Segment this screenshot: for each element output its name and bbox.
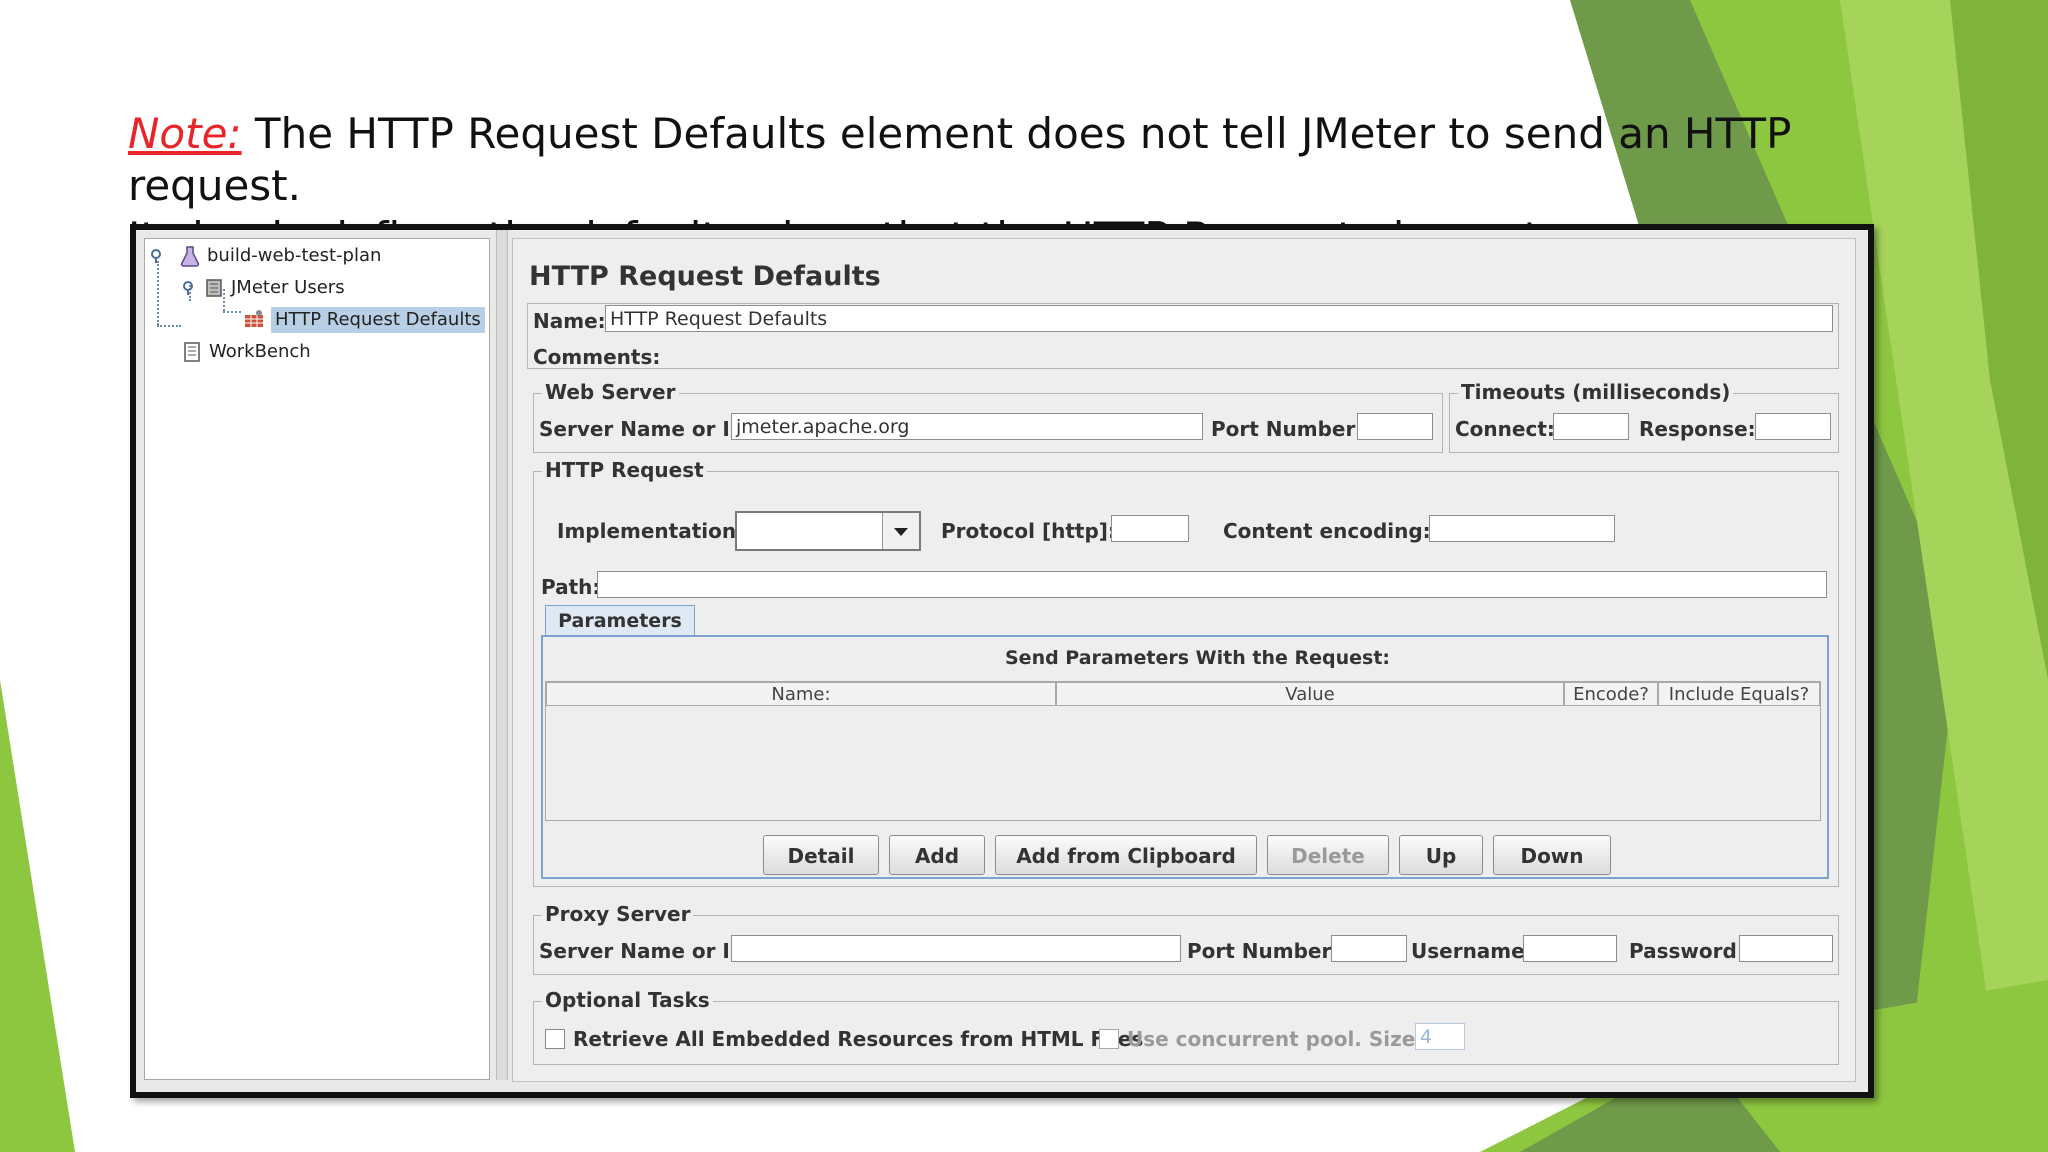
workbench-icon [184,342,200,362]
pool-size-input[interactable]: 4 [1415,1023,1465,1050]
proxy-server-name-input[interactable] [731,935,1181,962]
port-number-input[interactable] [1357,413,1433,440]
optional-tasks-title: Optional Tasks [542,988,713,1012]
tree-item-workbench[interactable]: WorkBench [181,339,311,365]
timeouts-title: Timeouts (milliseconds) [1458,380,1734,404]
detail-button[interactable]: Detail [763,835,879,875]
parameters-tab-body: Send Parameters With the Request: Name: … [541,635,1829,879]
thread-group-icon [206,279,222,297]
note-label: Note: [128,109,242,158]
splitter-handle[interactable] [496,230,508,1080]
proxy-port-input[interactable] [1331,935,1407,962]
connect-timeout-input[interactable] [1553,413,1629,440]
tree-item-http-request-defaults[interactable]: HTTP Request Defaults [243,307,485,333]
content-encoding-input[interactable] [1429,515,1615,542]
port-number-label: Port Number: [1211,417,1364,441]
tree-item-jmeter-users[interactable]: JMeter Users [183,275,345,301]
web-server-title: Web Server [542,380,679,404]
implementation-dropdown[interactable] [735,511,921,551]
note-text: The HTTP Request Defaults element does n… [128,109,1792,210]
delete-button[interactable]: Delete [1267,835,1389,875]
config-panel: HTTP Request Defaults Name: HTTP Request… [512,238,1856,1082]
tree-item-label: build-web-test-plan [207,245,382,266]
test-plan-tree: build-web-test-plan JMeter Users HTTP Re… [144,238,490,1080]
content-encoding-label: Content encoding: [1223,519,1431,543]
tree-item-label: WorkBench [209,341,311,362]
password-label: Password [1629,939,1737,963]
panel-title: HTTP Request Defaults [529,261,881,292]
column-header-encode[interactable]: Encode? [1564,682,1658,706]
expand-handle-icon[interactable] [183,281,197,295]
protocol-input[interactable] [1111,515,1189,542]
tab-parameters[interactable]: Parameters [545,605,695,636]
tree-item-label: JMeter Users [231,277,345,298]
chevron-down-icon[interactable] [882,513,919,549]
column-header-include-equals[interactable]: Include Equals? [1658,682,1820,706]
column-header-name[interactable]: Name: [546,682,1056,706]
expand-handle-icon[interactable] [151,249,165,263]
comments-label: Comments: [533,345,661,369]
tree-item-label: HTTP Request Defaults [271,307,485,333]
path-input[interactable] [597,571,1827,598]
http-request-title: HTTP Request [542,458,707,482]
server-name-input[interactable]: jmeter.apache.org [731,413,1203,440]
username-input[interactable] [1523,935,1617,962]
server-name-label: Server Name or IP: [539,417,753,441]
flask-icon [180,246,200,267]
add-button[interactable]: Add [889,835,985,875]
response-timeout-input[interactable] [1755,413,1831,440]
up-button[interactable]: Up [1399,835,1483,875]
add-from-clipboard-button[interactable]: Add from Clipboard [995,835,1257,875]
name-label: Name: [533,309,606,333]
retrieve-resources-label: Retrieve All Embedded Resources from HTM… [573,1027,1144,1051]
down-button[interactable]: Down [1493,835,1611,875]
tree-item-test-plan[interactable]: build-web-test-plan [151,243,381,269]
parameters-table: Name: Value Encode? Include Equals? [545,681,1821,821]
parameters-heading: Send Parameters With the Request: [1005,647,1391,669]
jmeter-window: build-web-test-plan JMeter Users HTTP Re… [130,224,1874,1098]
concurrent-pool-label: Use concurrent pool. Size: [1127,1027,1424,1051]
concurrent-pool-checkbox[interactable] [1099,1029,1119,1049]
column-header-value[interactable]: Value [1056,682,1564,706]
protocol-label: Protocol [http]: [941,519,1116,543]
proxy-server-title: Proxy Server [542,902,694,926]
password-input[interactable] [1739,935,1833,962]
comments-field[interactable] [653,341,1833,368]
response-label: Response: [1639,417,1756,441]
config-element-icon [245,310,263,327]
proxy-port-label: Port Number: [1187,939,1340,963]
retrieve-resources-checkbox[interactable] [545,1029,565,1049]
username-label: Username [1411,939,1525,963]
connect-label: Connect: [1455,417,1555,441]
proxy-server-name-label: Server Name or IP: [539,939,753,963]
name-field[interactable]: HTTP Request Defaults [605,305,1833,332]
implementation-label: Implementation: [557,519,745,543]
path-label: Path: [541,575,601,599]
